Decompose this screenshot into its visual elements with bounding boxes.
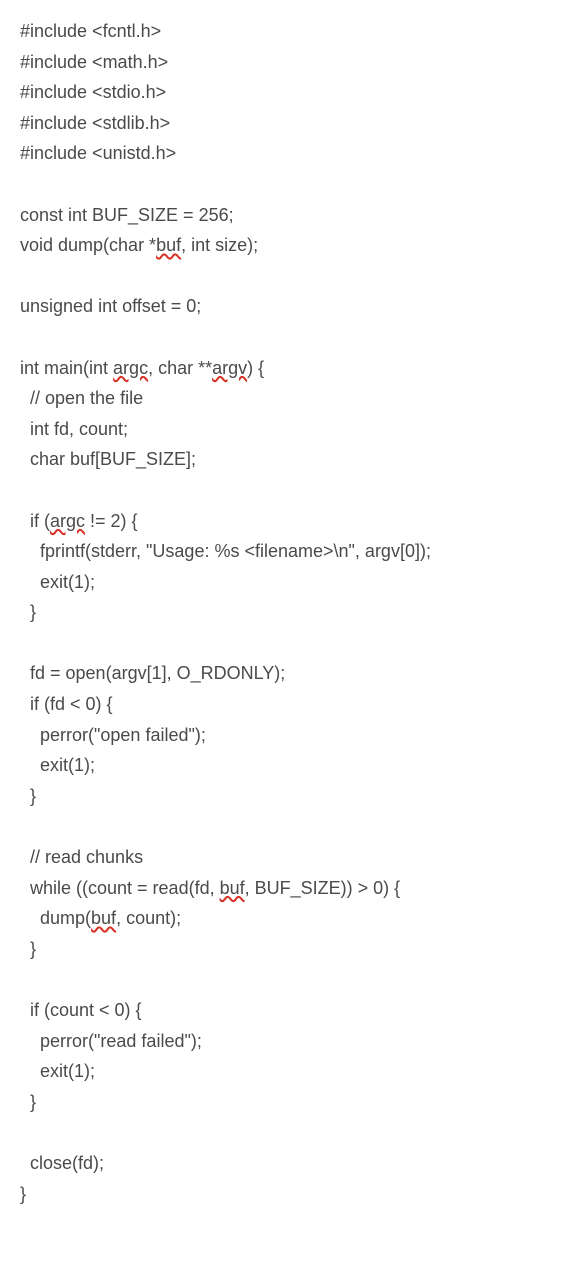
code-line: #include <fcntl.h> [20, 16, 550, 47]
code-line: int main(int argc, char **argv) { [20, 353, 550, 384]
code-line: perror("read failed"); [20, 1026, 550, 1057]
code-line [20, 322, 550, 353]
code-line: } [20, 1179, 550, 1210]
code-line [20, 1117, 550, 1148]
code-line: exit(1); [20, 567, 550, 598]
code-line [20, 628, 550, 659]
code-line: } [20, 781, 550, 812]
code-line: fd = open(argv[1], O_RDONLY); [20, 658, 550, 689]
code-line [20, 169, 550, 200]
code-block: #include <fcntl.h>#include <math.h>#incl… [20, 16, 550, 1209]
spellcheck-squiggle: buf [156, 235, 181, 255]
code-line: } [20, 597, 550, 628]
code-line: } [20, 934, 550, 965]
code-line: close(fd); [20, 1148, 550, 1179]
spellcheck-squiggle: argc [50, 511, 85, 531]
code-line: unsigned int offset = 0; [20, 291, 550, 322]
spellcheck-squiggle: buf [91, 908, 116, 928]
code-line: const int BUF_SIZE = 256; [20, 200, 550, 231]
code-line: fprintf(stderr, "Usage: %s <filename>\n"… [20, 536, 550, 567]
code-line: // open the file [20, 383, 550, 414]
code-line: while ((count = read(fd, buf, BUF_SIZE))… [20, 873, 550, 904]
code-line: #include <unistd.h> [20, 138, 550, 169]
code-line: char buf[BUF_SIZE]; [20, 444, 550, 475]
code-line: } [20, 1087, 550, 1118]
code-line: #include <math.h> [20, 47, 550, 78]
code-line: if (argc != 2) { [20, 506, 550, 537]
spellcheck-squiggle: argv [212, 358, 247, 378]
code-line [20, 475, 550, 506]
spellcheck-squiggle: argc [113, 358, 148, 378]
code-line: exit(1); [20, 750, 550, 781]
code-line: dump(buf, count); [20, 903, 550, 934]
code-line: if (count < 0) { [20, 995, 550, 1026]
code-line: int fd, count; [20, 414, 550, 445]
code-line: #include <stdio.h> [20, 77, 550, 108]
code-line [20, 261, 550, 292]
code-line: // read chunks [20, 842, 550, 873]
code-line: #include <stdlib.h> [20, 108, 550, 139]
code-line: void dump(char *buf, int size); [20, 230, 550, 261]
spellcheck-squiggle: buf [220, 878, 245, 898]
code-line [20, 964, 550, 995]
code-line: exit(1); [20, 1056, 550, 1087]
code-line: if (fd < 0) { [20, 689, 550, 720]
code-line [20, 811, 550, 842]
code-line: perror("open failed"); [20, 720, 550, 751]
